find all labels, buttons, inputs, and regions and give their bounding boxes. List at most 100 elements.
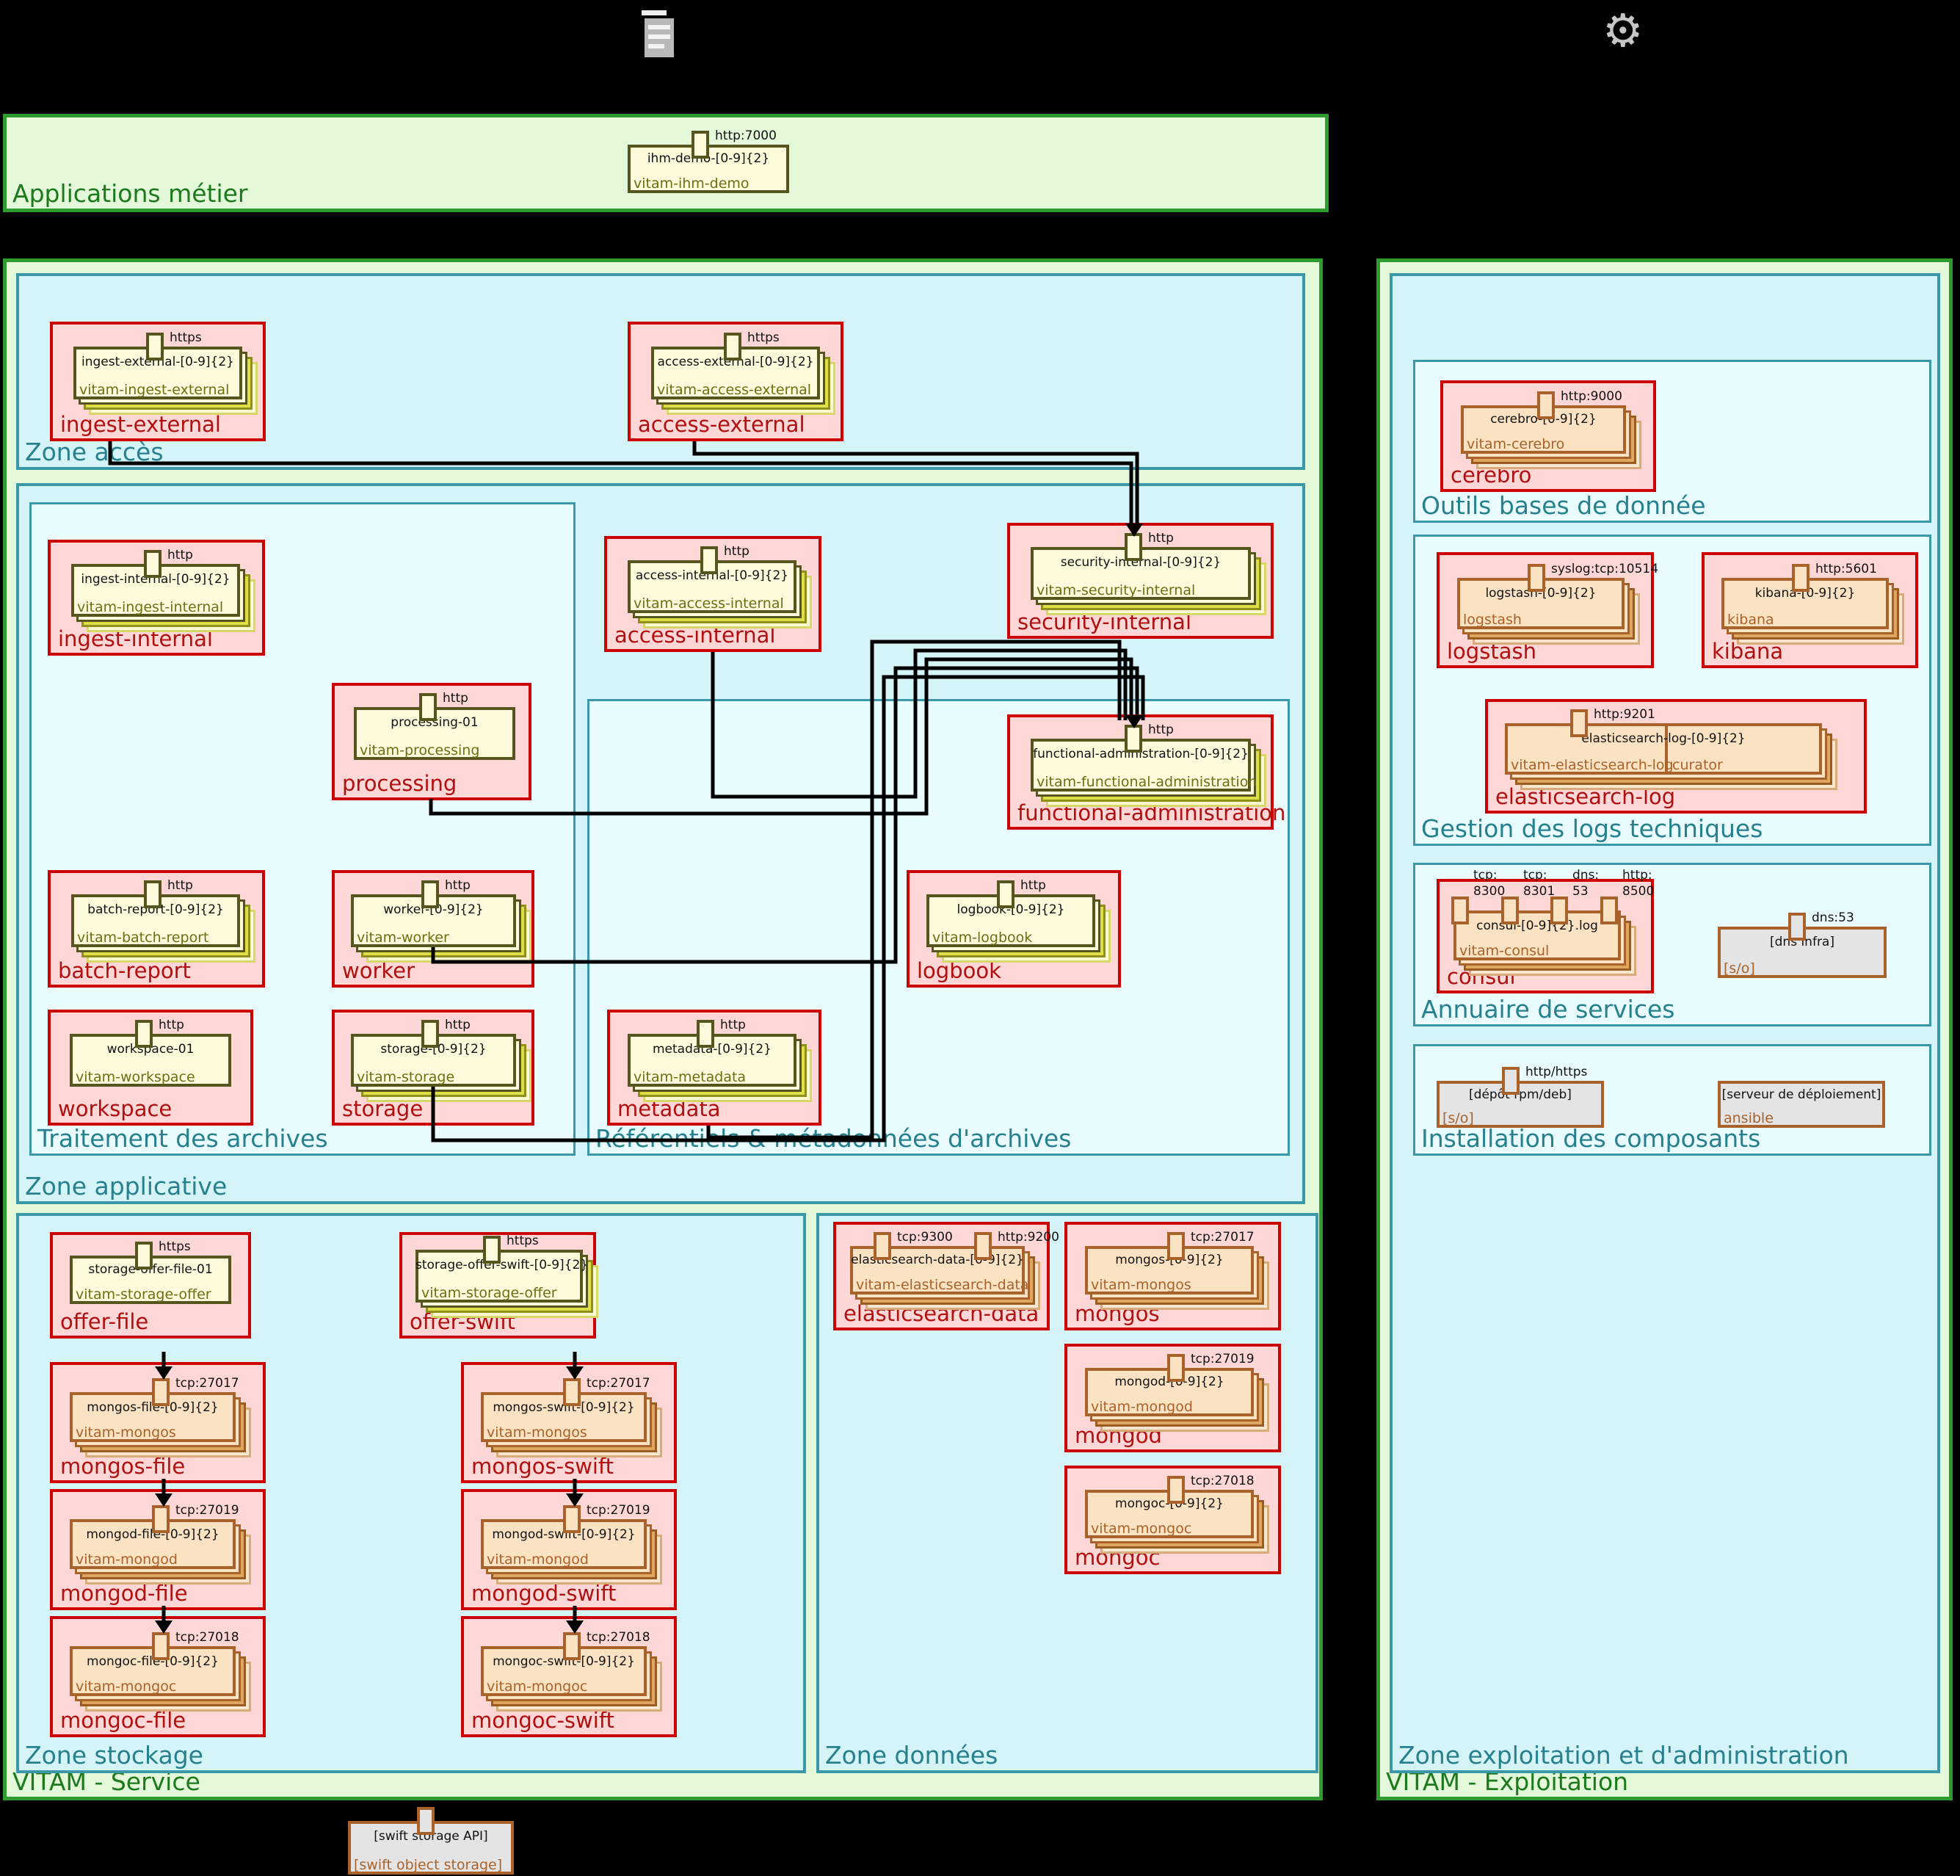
zone-label-annuaire-de-services: Annuaire de services — [1421, 995, 1675, 1024]
component-mongoc: tcp:27018mongoc-[0-9]{2}vitam-mongoc — [1085, 1490, 1254, 1538]
group-label-ingest-external: ingest-external — [60, 412, 221, 437]
consul-port-icon — [1501, 897, 1519, 924]
security-internal-port-label: http — [1148, 531, 1174, 546]
mongoc-file-port-label: tcp:27018 — [175, 1630, 239, 1645]
ingest-external-port-label: https — [170, 330, 202, 345]
component-mongod-file: tcp:27019mongod-file-[0-9]{2}vitam-mongo… — [70, 1519, 236, 1569]
mongos-swift-port-label: tcp:27017 — [587, 1376, 650, 1391]
mongod-sublabel: vitam-mongod — [1091, 1399, 1193, 1415]
group-label-access-external: access-external — [638, 412, 805, 437]
gear-icon: ⚙ — [1603, 1, 1644, 60]
mongod-port-label: tcp:27019 — [1191, 1352, 1255, 1366]
consul-port-label: tcp: — [1473, 868, 1498, 883]
serveur-deploiement-name: [serveur de déploiement] — [1718, 1087, 1885, 1102]
consul-name: consul-[0-9]{2}.log — [1453, 919, 1621, 933]
component-access-internal: httpaccess-internal-[0-9]{2}vitam-access… — [628, 560, 796, 613]
component-storage-offer-swift: httpsstorage-offer-swift-[0-9]{2}vitam-s… — [415, 1250, 583, 1303]
component-mongoc-swift: tcp:27018mongoc-swift-[0-9]{2}vitam-mong… — [481, 1646, 647, 1696]
elasticsearch-data-port-label: http:9200 — [998, 1230, 1059, 1245]
mongoc-swift-port-label: tcp:27018 — [587, 1630, 650, 1645]
component-mongos-file: tcp:27017mongos-file-[0-9]{2}vitam-mongo… — [70, 1392, 236, 1442]
mongoc-sublabel: vitam-mongoc — [1091, 1521, 1191, 1537]
dns-infra-port-icon — [1788, 913, 1806, 941]
consul-port-label: 8300 — [1473, 884, 1505, 899]
component-ihm-demo: http:7000ihm-demo-[0-9]{2}vitam-ihm-demo — [628, 145, 789, 193]
cerebro-port-label: http:9000 — [1561, 389, 1622, 404]
component-ingest-external: httpsingest-external-[0-9]{2}vitam-inges… — [73, 347, 242, 399]
mongoc-port-label: tcp:27018 — [1191, 1474, 1255, 1488]
component-worker: httpworker-[0-9]{2}vitam-worker — [351, 894, 516, 947]
logbook-sublabel: vitam-logbook — [932, 930, 1032, 946]
consul-port-label: dns: — [1572, 868, 1599, 883]
security-internal-sublabel: vitam-security-internal — [1037, 582, 1195, 598]
component-dns-infra: dns:53[dns infra][s/o] — [1718, 927, 1887, 978]
metadata-sublabel: vitam-metadata — [634, 1069, 746, 1085]
component-access-external: httpsaccess-external-[0-9]{2}vitam-acces… — [651, 347, 820, 399]
zone-label-referentiels-metadonnees: Référentiels & métadonnées d'archives — [595, 1124, 1071, 1153]
metadata-port-icon — [697, 1020, 714, 1048]
storage-sublabel: vitam-storage — [357, 1069, 454, 1085]
zone-label-zone-acces: Zone accès — [25, 438, 164, 466]
mongod-file-sublabel: vitam-mongod — [76, 1551, 178, 1568]
document-icon-body — [645, 18, 674, 57]
document-icon-tab — [642, 10, 667, 15]
storage-port-icon — [421, 1020, 439, 1048]
component-consul: tcp:8300tcp:8301dns:53http:8500consul-[0… — [1453, 910, 1621, 960]
component-mongos-swift: tcp:27017mongos-swift-[0-9]{2}vitam-mong… — [481, 1392, 647, 1442]
storage-port-label: http — [445, 1018, 471, 1032]
access-internal-port-label: http — [724, 544, 749, 559]
component-mongod-swift: tcp:27019mongod-swift-[0-9]{2}vitam-mong… — [481, 1519, 647, 1569]
dns-infra-port-label: dns:53 — [1812, 910, 1854, 925]
zone-label-applications-metier: Applications métier — [12, 179, 248, 208]
ingest-internal-port-label: http — [167, 548, 193, 562]
cerebro-port-icon — [1537, 391, 1555, 419]
ingest-internal-sublabel: vitam-ingest-internal — [77, 599, 223, 615]
zone-label-gestion-des-logs: Gestion des logs techniques — [1421, 814, 1763, 843]
ihm-demo-sublabel: vitam-ihm-demo — [634, 175, 749, 192]
component-security-internal: httpsecurity-internal-[0-9]{2}vitam-secu… — [1031, 547, 1251, 600]
elasticsearch-log-sublabel-2: curator — [1672, 757, 1723, 773]
mongod-port-icon — [1167, 1354, 1185, 1382]
access-internal-port-icon — [700, 546, 718, 574]
batch-report-sublabel: vitam-batch-report — [77, 930, 209, 946]
consul-port-icon — [1600, 897, 1618, 924]
component-mongos: tcp:27017mongos-[0-9]{2}vitam-mongos — [1085, 1246, 1254, 1294]
architecture-diagram: ⚙ Applications métierVITAM - ServiceVITA… — [0, 0, 1960, 1876]
mongoc-file-port-icon — [152, 1632, 170, 1660]
storage-offer-file-sublabel: vitam-storage-offer — [76, 1286, 211, 1303]
group-label-offer-file: offer-file — [60, 1309, 148, 1334]
elasticsearch-data-port-icon — [974, 1232, 992, 1260]
component-processing: httpprocessing-01vitam-processing — [354, 707, 515, 760]
zone-label-zone-donnees: Zone données — [825, 1741, 998, 1770]
zone-label-zone-applicative: Zone applicative — [25, 1172, 227, 1200]
component-kibana: http:5601kibana-[0-9]{2}kibana — [1721, 578, 1889, 629]
component-storage-offer-file: httpsstorage-offer-file-01vitam-storage-… — [70, 1256, 231, 1304]
component-serveur-deploiement: [serveur de déploiement]ansible — [1718, 1081, 1885, 1128]
depot-rpm-deb-port-label: http/https — [1525, 1065, 1587, 1079]
batch-report-port-label: http — [167, 878, 193, 893]
workspace-port-icon — [135, 1020, 153, 1048]
elasticsearch-data-sublabel: vitam-elasticsearch-data — [856, 1277, 1028, 1293]
mongoc-port-icon — [1167, 1476, 1185, 1504]
ingest-external-port-icon — [146, 333, 164, 361]
component-metadata: httpmetadata-[0-9]{2}vitam-metadata — [628, 1034, 796, 1087]
metadata-port-label: http — [720, 1018, 746, 1032]
component-logbook: httplogbook-[0-9]{2}vitam-logbook — [926, 894, 1095, 947]
elasticsearch-log-port-label: http:9201 — [1594, 707, 1655, 722]
mongos-swift-port-icon — [563, 1378, 581, 1406]
zone-label-outils-bases-de-donnee: Outils bases de donnée — [1421, 491, 1706, 520]
storage-offer-file-port-label: https — [159, 1239, 191, 1254]
consul-port-label: 8500 — [1622, 884, 1654, 899]
component-storage: httpstorage-[0-9]{2}vitam-storage — [351, 1034, 516, 1087]
processing-port-icon — [419, 693, 437, 721]
zone-label-traitement-des-archives: Traitement des archives — [37, 1124, 328, 1153]
access-external-port-icon — [724, 333, 741, 361]
kibana-port-label: http:5601 — [1815, 562, 1877, 576]
document-icon-line — [648, 35, 670, 39]
swift-object-storage-port-icon — [417, 1807, 435, 1835]
logstash-sublabel: logstash — [1463, 612, 1522, 628]
mongos-file-port-label: tcp:27017 — [175, 1376, 239, 1391]
consul-port-label: tcp: — [1523, 868, 1547, 883]
mongos-port-icon — [1167, 1232, 1185, 1260]
processing-sublabel: vitam-processing — [360, 742, 479, 758]
